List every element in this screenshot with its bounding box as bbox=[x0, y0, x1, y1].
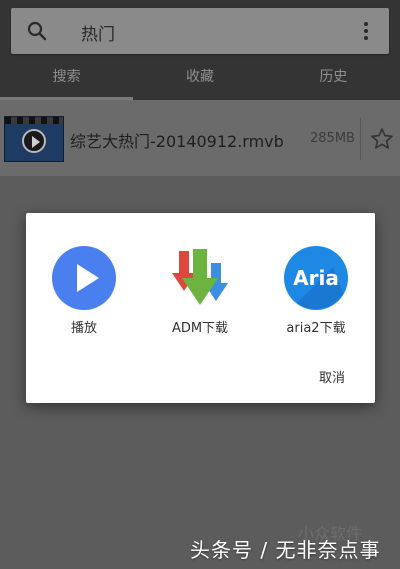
divider bbox=[360, 118, 361, 160]
tab-favorites[interactable]: 收藏 bbox=[133, 58, 266, 100]
aria2-icon-text: Aria bbox=[293, 266, 339, 290]
option-aria2-download[interactable]: Aria aria2下载 bbox=[266, 245, 366, 336]
search-icon[interactable] bbox=[27, 21, 47, 41]
video-file-icon bbox=[4, 116, 64, 162]
tab-search[interactable]: 搜索 bbox=[0, 58, 134, 100]
list-item[interactable]: 综艺大热门-20140912.rmvb 285MB bbox=[0, 100, 400, 176]
watermark: 头条号 / 无非奈点事 bbox=[190, 538, 381, 562]
app-bar: 热门 搜索 收藏 历史 bbox=[0, 0, 400, 100]
file-name: 综艺大热门-20140912.rmvb bbox=[70, 132, 284, 151]
more-vert-icon[interactable] bbox=[363, 21, 369, 41]
aria2-icon[interactable]: Aria bbox=[283, 245, 349, 311]
option-play-label: 播放 bbox=[70, 321, 97, 336]
file-size: 285MB bbox=[310, 131, 355, 146]
option-adm-download[interactable]: ADM下载 bbox=[150, 245, 250, 336]
option-aria2-label: aria2下载 bbox=[286, 321, 346, 336]
star-icon[interactable] bbox=[370, 127, 394, 151]
search-query-text[interactable]: 热门 bbox=[81, 20, 115, 45]
option-adm-label: ADM下载 bbox=[171, 321, 229, 336]
open-with-dialog: 播放 ADM下载 Aria aria2下载 取消 bbox=[26, 213, 375, 403]
option-play[interactable]: 播放 bbox=[34, 245, 134, 336]
tab-history[interactable]: 历史 bbox=[267, 58, 400, 100]
play-icon[interactable] bbox=[51, 245, 117, 311]
adm-download-icon[interactable] bbox=[167, 245, 233, 311]
tab-bar: 搜索 收藏 历史 bbox=[0, 58, 400, 100]
cancel-button[interactable]: 取消 bbox=[319, 367, 345, 386]
search-bar[interactable]: 热门 bbox=[11, 8, 389, 54]
